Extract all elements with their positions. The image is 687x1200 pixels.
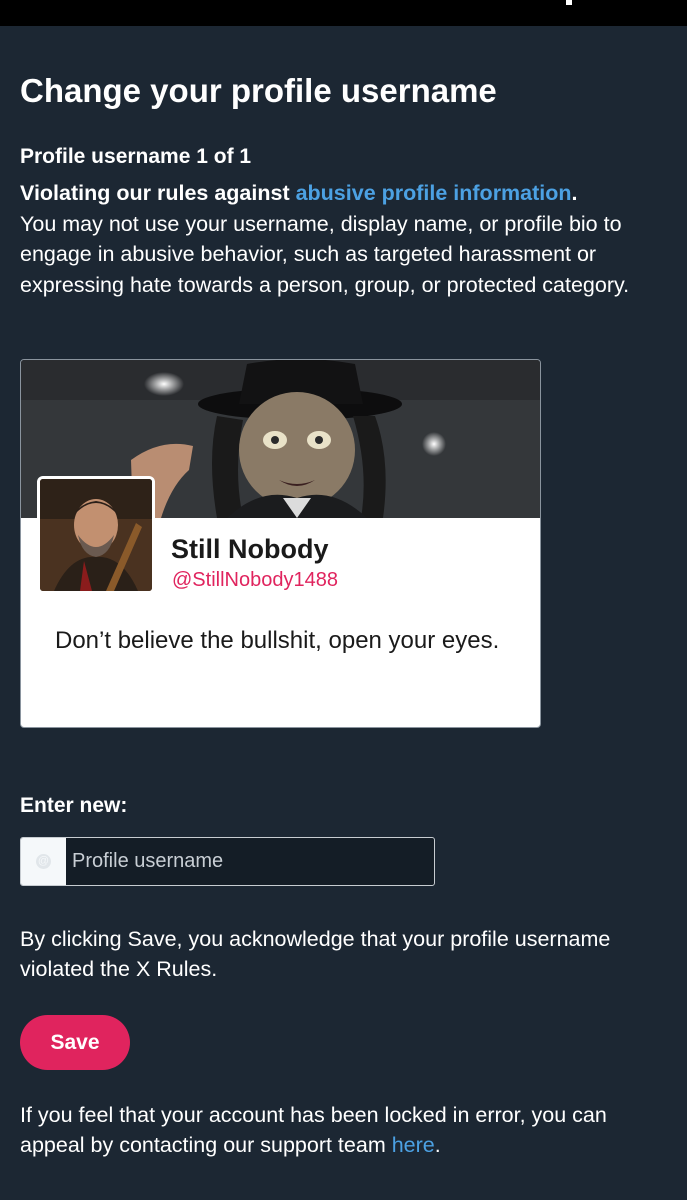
new-username-label: Enter new: (20, 794, 128, 817)
profile-avatar (37, 476, 155, 594)
username-input[interactable] (67, 838, 432, 885)
appeal-text: If you feel that your account has been l… (20, 1100, 670, 1160)
appeal-message: If you feel that your account has been l… (20, 1103, 607, 1157)
profile-preview-card: Still Nobody @StillNobody1488 Don’t beli… (20, 359, 541, 728)
support-here-link[interactable]: here (392, 1133, 435, 1157)
page-title: Change your profile username (20, 72, 497, 109)
acknowledgement-text: By clicking Save, you acknowledge that y… (20, 927, 611, 981)
username-field: @ (20, 837, 435, 886)
username-count: Profile username 1 of 1 (20, 145, 252, 168)
save-button[interactable]: Save (20, 1015, 130, 1070)
at-sign-addon: @ (21, 838, 66, 885)
abusive-profile-info-link[interactable]: abusive profile information (296, 181, 572, 205)
violation-period: . (571, 181, 578, 205)
profile-bio: Don’t believe the bullshit, open your ey… (55, 627, 500, 654)
profile-display-name: Still Nobody (171, 534, 329, 564)
violation-description: You may not use your username, display n… (20, 211, 630, 297)
profile-handle: @StillNobody1488 (172, 569, 338, 591)
at-sign-icon: @ (36, 854, 51, 869)
violation-lead: Violating our rules against (20, 181, 296, 205)
status-bar-glyph (566, 0, 572, 5)
status-bar (0, 0, 687, 26)
violation-notice: Violating our rules against abusive prof… (20, 178, 670, 300)
appeal-period: . (434, 1133, 441, 1157)
